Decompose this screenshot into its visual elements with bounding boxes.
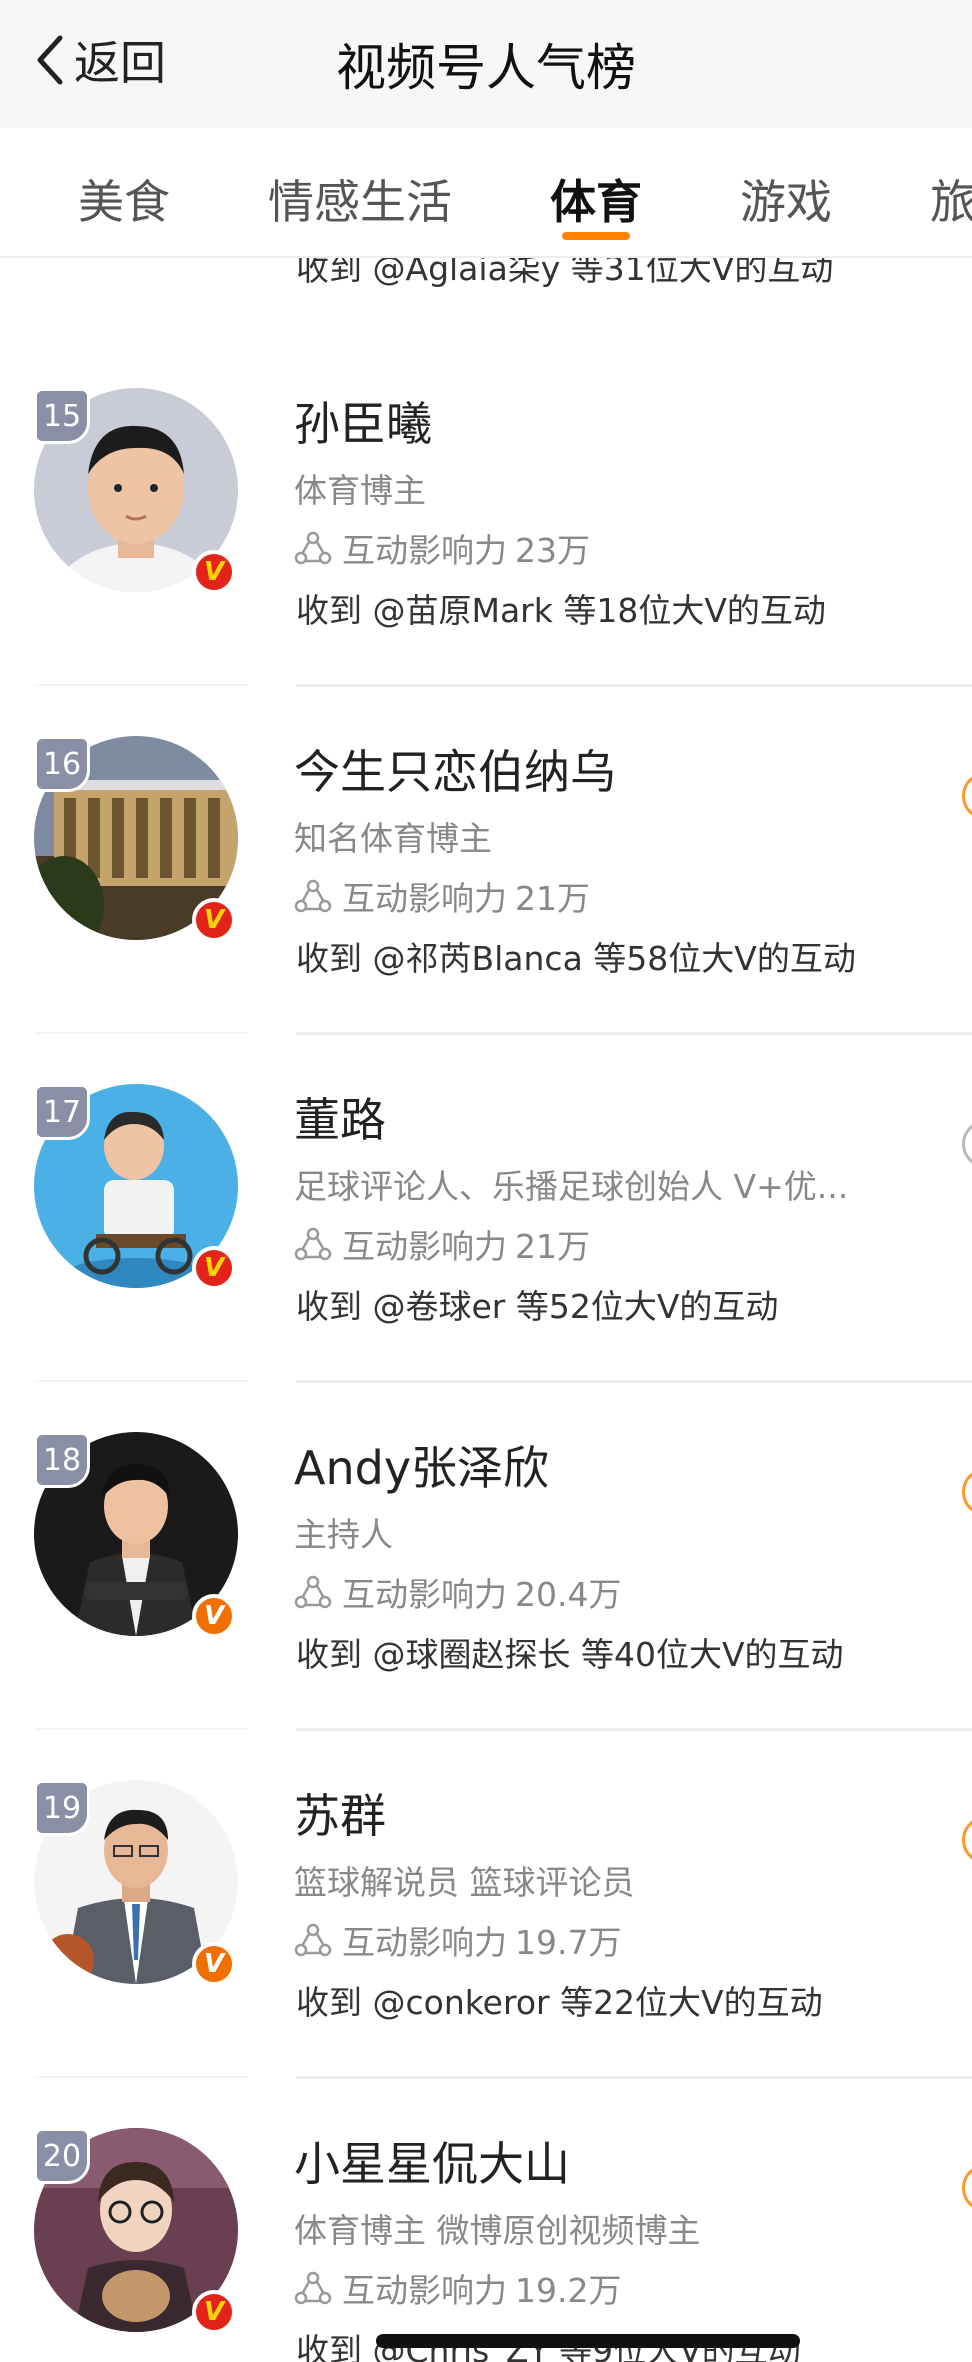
row-divider (34, 684, 248, 686)
influence-label: 互动影响力 (342, 879, 507, 918)
user-name[interactable]: Andy张泽欣 (294, 1432, 549, 1498)
list-item[interactable]: 20 V 小星星侃大山 体育博主 微博原创视频博主 互动影响力 19.2万 收到… (0, 2080, 972, 2362)
tab-food[interactable]: 美食 (78, 166, 170, 232)
user-description: 足球评论人、乐播足球创始人 V+优... (294, 1167, 849, 1206)
row-divider (34, 1728, 248, 1730)
influence-value: 19.2万 (515, 2271, 622, 2310)
rank-badge: 19 (34, 1780, 90, 1836)
row-divider (34, 1380, 248, 1382)
user-name[interactable]: 今生只恋伯纳乌 (294, 736, 616, 802)
influence-label: 互动影响力 (342, 1227, 507, 1266)
received-text: 收到 @球圈赵探长 等40位大V的互动 (296, 1635, 844, 1674)
rank-badge: 16 (34, 736, 90, 792)
tab-sports[interactable]: 体育 (550, 166, 642, 232)
influence-value: 20.4万 (515, 1575, 622, 1614)
received-text: 收到 @Aglaia柒y 等31位大V的互动 (296, 258, 834, 288)
influence-stat: 互动影响力 23万 (294, 528, 590, 570)
triangle-nodes-icon (294, 531, 332, 565)
v-badge-icon: V (192, 1942, 236, 1986)
influence-value: 23万 (515, 531, 590, 570)
tab-emotional-life[interactable]: 情感生活 (268, 166, 452, 232)
influence-label: 互动影响力 (342, 1575, 507, 1614)
nav-header: 返回 视频号人气榜 (0, 0, 972, 128)
triangle-nodes-icon (294, 879, 332, 913)
v-badge-icon: V (192, 550, 236, 594)
v-badge-icon: V (192, 1246, 236, 1290)
triangle-nodes-icon (294, 1227, 332, 1261)
influence-stat: 互动影响力 19.7万 (294, 1920, 621, 1962)
list-item[interactable]: 15 V 孙臣曦 体育博主 互动影响力 23万 收到 @苗原Mark 等18位大… (0, 340, 972, 688)
row-divider (296, 1728, 972, 1731)
received-text: 收到 @苗原Mark 等18位大V的互动 (296, 591, 826, 630)
row-divider (296, 684, 972, 687)
user-name[interactable]: 孙臣曦 (294, 388, 432, 454)
row-divider (296, 1032, 972, 1035)
v-badge-icon: V (192, 898, 236, 942)
page-title: 视频号人气榜 (336, 39, 636, 97)
category-tabs: 美食 情感生活 体育 游戏 旅 (0, 128, 972, 258)
user-description: 篮球解说员 篮球评论员 (294, 1863, 635, 1902)
influence-value: 19.7万 (515, 1923, 622, 1962)
influence-stat: 互动影响力 19.2万 (294, 2268, 621, 2310)
list-item[interactable]: 17 V 董路 足球评论人、乐播足球创始人 V+优... 互动影响力 21万 收… (0, 1036, 972, 1384)
rank-badge: 15 (34, 388, 90, 444)
triangle-nodes-icon (294, 1575, 332, 1609)
influence-label: 互动影响力 (342, 1923, 507, 1962)
influence-stat: 互动影响力 21万 (294, 1224, 590, 1266)
triangle-nodes-icon (294, 2271, 332, 2305)
user-description: 知名体育博主 (294, 819, 492, 858)
user-name[interactable]: 小星星侃大山 (294, 2128, 570, 2194)
influence-value: 21万 (515, 879, 590, 918)
user-description: 主持人 (294, 1515, 393, 1554)
received-text: 收到 @祁芮Blanca 等58位大V的互动 (296, 939, 856, 978)
row-divider (34, 2076, 248, 2078)
follow-button[interactable] (962, 2164, 972, 2212)
user-name[interactable]: 苏群 (294, 1780, 386, 1846)
active-tab-indicator (562, 232, 630, 240)
follow-button[interactable] (962, 772, 972, 820)
follow-button[interactable] (962, 1468, 972, 1516)
v-badge-icon: V (192, 1594, 236, 1638)
received-text: 收到 @卷球er 等52位大V的互动 (296, 1287, 779, 1326)
user-name[interactable]: 董路 (294, 1084, 386, 1150)
list-item-partial[interactable]: 收到 @Aglaia柒y 等31位大V的互动 (0, 258, 972, 338)
follow-button[interactable] (962, 1120, 972, 1168)
triangle-nodes-icon (294, 1923, 332, 1957)
influence-stat: 互动影响力 20.4万 (294, 1572, 621, 1614)
user-description: 体育博主 (294, 471, 426, 510)
row-divider (296, 1380, 972, 1383)
rank-badge: 20 (34, 2128, 90, 2184)
rank-badge: 17 (34, 1084, 90, 1140)
v-badge-icon: V (192, 2290, 236, 2334)
rank-badge: 18 (34, 1432, 90, 1488)
follow-button[interactable] (962, 1816, 972, 1864)
list-item[interactable]: 19 V 苏群 篮球解说员 篮球评论员 互动影响力 19.7万 收到 @conk… (0, 1732, 972, 2080)
received-text: 收到 @conkeror 等22位大V的互动 (296, 1983, 823, 2022)
home-indicator[interactable] (376, 2334, 800, 2348)
influence-stat: 互动影响力 21万 (294, 876, 590, 918)
list-item[interactable]: 16 V 今生只恋伯纳乌 知名体育博主 互动影响力 21万 收到 @祁芮Blan… (0, 688, 972, 1036)
influence-label: 互动影响力 (342, 531, 507, 570)
tab-games[interactable]: 游戏 (740, 166, 832, 232)
influence-value: 21万 (515, 1227, 590, 1266)
row-divider (34, 1032, 248, 1034)
row-divider (296, 2076, 972, 2079)
user-description: 体育博主 微博原创视频博主 (294, 2211, 701, 2250)
influence-label: 互动影响力 (342, 2271, 507, 2310)
list-item[interactable]: 18 V Andy张泽欣 主持人 互动影响力 20.4万 收到 @球圈赵探长 等… (0, 1384, 972, 1732)
tab-travel[interactable]: 旅 (930, 166, 972, 232)
